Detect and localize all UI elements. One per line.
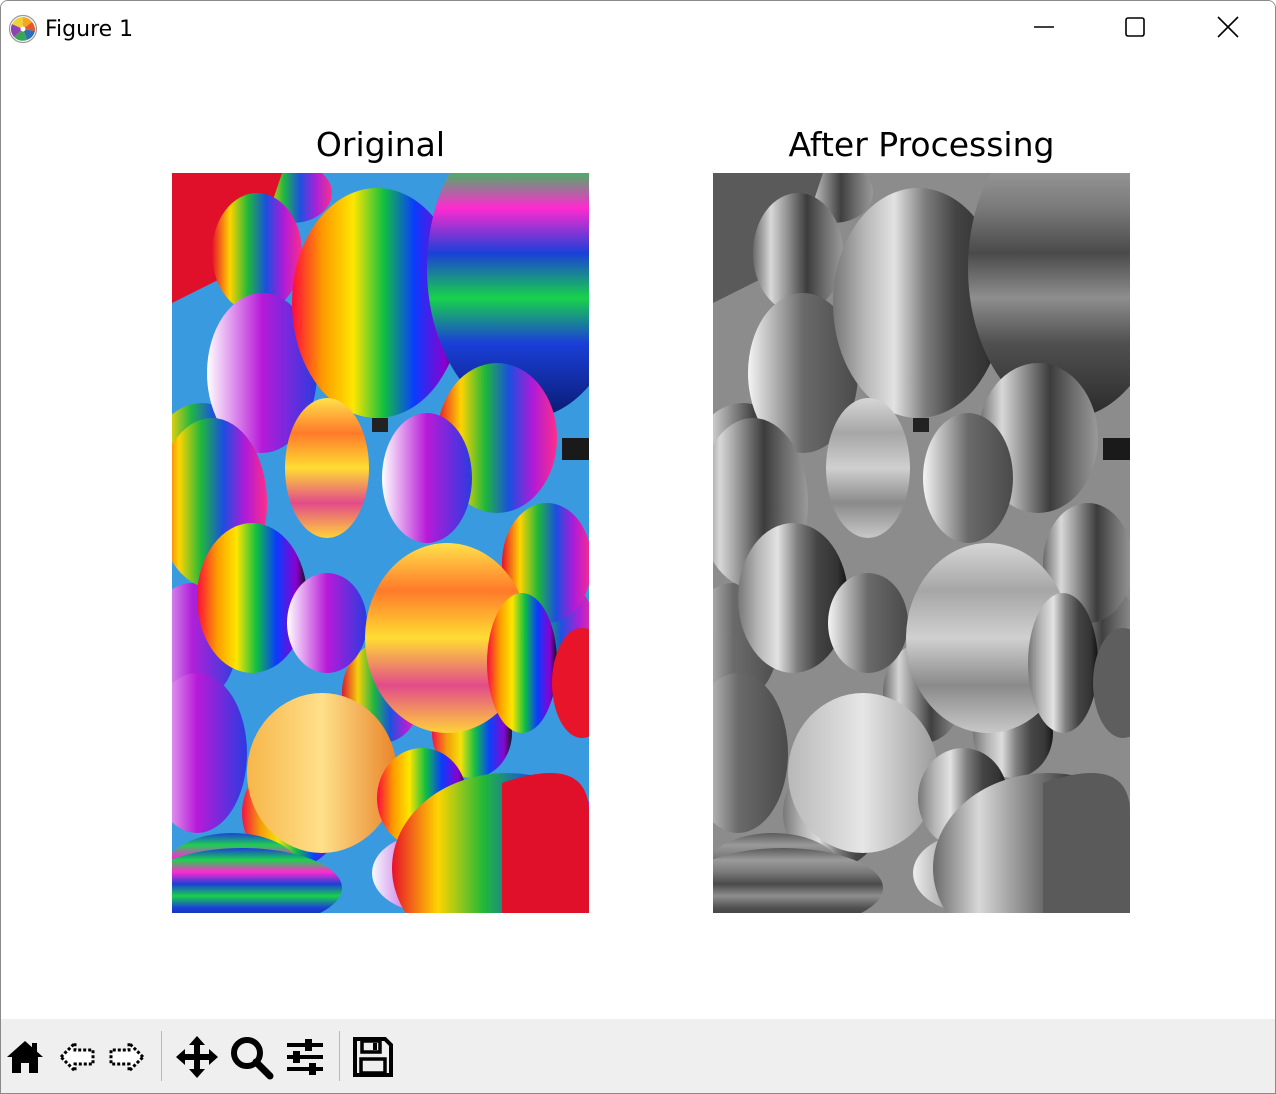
home-button[interactable] <box>1 1033 49 1081</box>
back-icon <box>55 1035 99 1079</box>
forward-button[interactable] <box>103 1033 151 1081</box>
figure-canvas[interactable]: Original After Processing <box>1 59 1275 1019</box>
close-icon <box>1216 15 1240 43</box>
title-bar[interactable]: Figure 1 <box>1 1 1275 59</box>
pan-icon <box>174 1034 220 1080</box>
maximize-button[interactable] <box>1112 9 1158 49</box>
subplot-title-original: Original <box>315 125 446 164</box>
forward-icon <box>105 1035 149 1079</box>
close-button[interactable] <box>1205 9 1251 49</box>
configure-subplots-button[interactable] <box>281 1033 329 1081</box>
minimize-button[interactable] <box>1021 9 1067 49</box>
pan-button[interactable] <box>173 1033 221 1081</box>
zoom-icon <box>228 1034 274 1080</box>
save-button[interactable] <box>349 1033 397 1081</box>
toolbar-separator <box>161 1031 162 1081</box>
home-icon <box>3 1035 47 1079</box>
zoom-button[interactable] <box>227 1033 275 1081</box>
minimize-icon <box>1032 15 1056 43</box>
back-button[interactable] <box>53 1033 101 1081</box>
figure-window: Figure 1 Original After Processing <box>0 0 1276 1094</box>
matplotlib-logo-icon <box>8 14 38 44</box>
subplot-title-processed: After Processing <box>788 125 1055 164</box>
maximize-icon <box>1123 15 1147 43</box>
save-icon <box>351 1035 395 1079</box>
navigation-toolbar <box>1 1019 1275 1093</box>
window-title: Figure 1 <box>45 17 134 42</box>
toolbar-separator <box>339 1031 340 1081</box>
configure-subplots-icon <box>283 1035 327 1079</box>
original-image <box>172 173 589 913</box>
processed-image <box>713 173 1130 913</box>
